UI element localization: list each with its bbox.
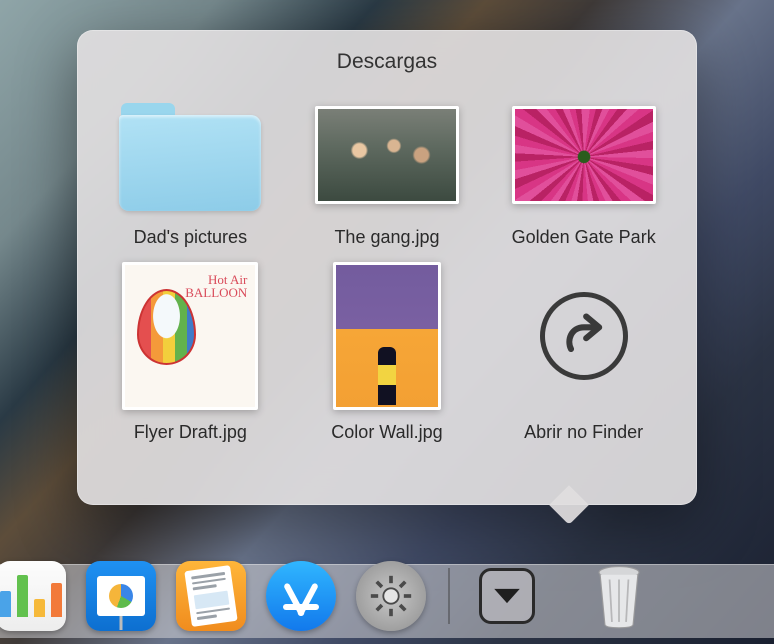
image-thumbnail [312,92,462,217]
stack-item-folder-dads-pictures[interactable]: Dad's pictures [108,92,273,248]
open-in-finder-label: Abrir no Finder [524,422,643,443]
dock-app-keynote[interactable] [86,561,156,631]
dock-separator [448,568,450,624]
downloads-stack-popup: Descargas Dad's pictures The gang.jpg Go… [77,30,697,505]
stack-grid: Dad's pictures The gang.jpg Golden Gate … [107,92,667,443]
stack-item-label: Color Wall.jpg [331,422,442,443]
dock-app-system-preferences[interactable] [356,561,426,631]
dock-app-numbers[interactable] [0,561,66,631]
dock-app-pages[interactable] [176,561,246,631]
stack-item-the-gang[interactable]: The gang.jpg [304,92,469,248]
image-thumbnail [312,260,462,412]
stack-item-golden-gate-park[interactable]: Golden Gate Park [501,92,666,248]
chart-icon [0,575,62,617]
image-thumbnail [509,92,659,217]
presentation-icon [97,576,145,616]
dock-downloads-stack[interactable] [472,561,542,631]
document-icon [184,565,237,627]
stack-title: Descargas [107,50,667,74]
stack-item-label: The gang.jpg [334,227,439,248]
gear-icon [365,570,417,622]
stack-item-label: Golden Gate Park [512,227,656,248]
open-in-finder-button[interactable]: Abrir no Finder [501,260,666,443]
dock-trash[interactable] [584,561,654,631]
stack-item-flyer-draft[interactable]: Flyer Draft.jpg [108,260,273,443]
image-thumbnail [115,260,265,412]
folder-icon [115,92,265,217]
dock-app-appstore[interactable] [266,561,336,631]
chevron-down-icon [479,568,535,624]
trash-icon [590,563,648,629]
stack-item-label: Dad's pictures [134,227,247,248]
appstore-icon [281,576,321,616]
stack-item-color-wall[interactable]: Color Wall.jpg [304,260,469,443]
dock [0,554,774,638]
open-in-finder-icon [509,260,659,412]
stack-item-label: Flyer Draft.jpg [134,422,247,443]
